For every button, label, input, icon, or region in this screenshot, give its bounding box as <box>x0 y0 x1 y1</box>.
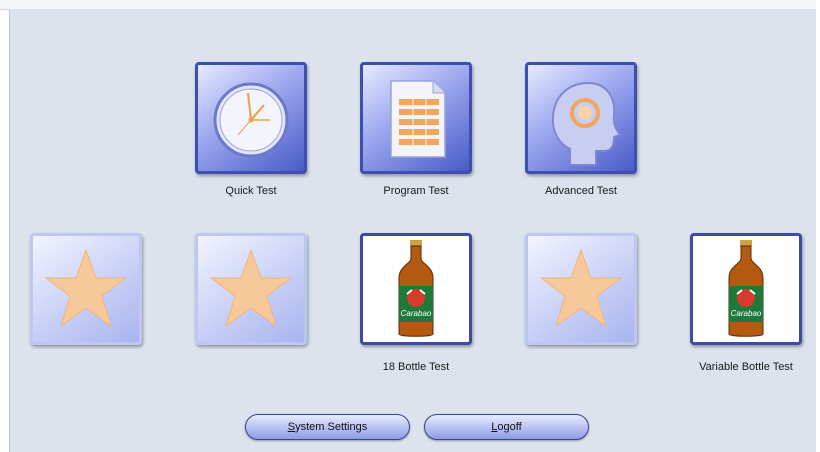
star-icon <box>209 248 293 328</box>
variable-bottle-test-tile[interactable]: Carabao <box>690 233 802 345</box>
18-bottle-test-tile[interactable]: Carabao <box>360 233 472 345</box>
advanced-test-label: Advanced Test <box>545 185 617 197</box>
quick-test-label: Quick Test <box>225 185 277 197</box>
quick-test-tile[interactable] <box>195 62 307 174</box>
bottle-icon: Carabao <box>398 240 434 337</box>
right-edge <box>816 0 820 452</box>
program-test-label: Program Test <box>383 185 449 197</box>
system-settings-button[interactable]: System Settings <box>245 414 410 440</box>
system-settings-mnemonic: S <box>287 421 296 433</box>
empty-slot-tile-4[interactable] <box>525 233 637 345</box>
bottle-brand-text: Carabao <box>731 309 762 318</box>
logoff-button[interactable]: Logoff <box>424 414 589 440</box>
head-profile-icon <box>551 81 622 166</box>
logoff-label: ogoff <box>497 421 522 433</box>
bottle-brand-text: Carabao <box>401 309 432 318</box>
star-icon <box>44 248 128 328</box>
variable-bottle-test-label: Variable Bottle Test <box>699 361 793 373</box>
empty-slot-tile-1[interactable] <box>30 233 142 345</box>
program-test-tile[interactable] <box>360 62 472 174</box>
empty-slot-tile-2[interactable] <box>195 233 307 345</box>
document-icon <box>390 80 446 158</box>
star-icon <box>539 248 623 328</box>
advanced-test-tile[interactable] <box>525 62 637 174</box>
clock-icon <box>213 82 289 158</box>
system-settings-label: ystem Settings <box>295 421 368 433</box>
18-bottle-test-label: 18 Bottle Test <box>382 361 450 373</box>
bottle-icon: Carabao <box>728 240 764 337</box>
